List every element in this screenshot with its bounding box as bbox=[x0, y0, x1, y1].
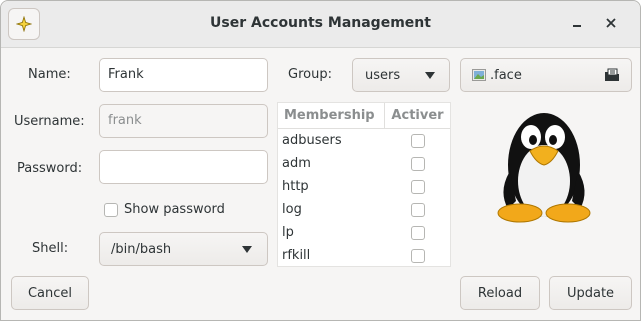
group-name: log bbox=[282, 202, 302, 217]
group-name: rfkill bbox=[282, 248, 311, 263]
list-item[interactable]: adm bbox=[278, 152, 450, 175]
group-value: users bbox=[365, 67, 401, 83]
minimize-icon bbox=[573, 25, 581, 27]
close-icon bbox=[606, 18, 616, 28]
titlebar: User Accounts Management bbox=[1, 1, 640, 48]
show-password-label: Show password bbox=[124, 202, 225, 217]
name-label: Name: bbox=[28, 67, 71, 82]
list-item[interactable]: adbusers bbox=[278, 129, 450, 152]
user-accounts-window: User Accounts Management Name: Frank Use… bbox=[0, 0, 641, 321]
list-item[interactable]: lp bbox=[278, 221, 450, 244]
list-item[interactable]: log bbox=[278, 198, 450, 221]
shell-value: /bin/bash bbox=[111, 241, 172, 257]
user-avatar-tux bbox=[497, 113, 591, 223]
group-name: http bbox=[282, 179, 309, 194]
group-active-checkbox[interactable] bbox=[410, 133, 425, 148]
group-active-checkbox[interactable] bbox=[410, 156, 425, 171]
list-item[interactable]: rfkill bbox=[278, 244, 450, 267]
show-password-toggle[interactable]: Show password bbox=[104, 202, 225, 217]
update-button[interactable]: Update bbox=[549, 276, 632, 310]
membership-list: Membership Activer adbusers adm http log… bbox=[277, 102, 451, 267]
group-active-checkbox[interactable] bbox=[410, 248, 425, 263]
show-password-checkbox[interactable] bbox=[104, 202, 118, 217]
chevron-down-icon bbox=[425, 72, 435, 79]
username-field[interactable]: frank bbox=[99, 104, 268, 138]
group-name: lp bbox=[282, 225, 294, 240]
list-item[interactable]: http bbox=[278, 175, 450, 198]
membership-list-header: Membership Activer bbox=[278, 103, 450, 129]
group-label: Group: bbox=[288, 67, 332, 82]
shell-label: Shell: bbox=[32, 241, 69, 256]
face-file-name: .face bbox=[490, 67, 522, 83]
reload-button[interactable]: Reload bbox=[460, 276, 540, 310]
group-active-checkbox[interactable] bbox=[410, 202, 425, 217]
password-label: Password: bbox=[17, 161, 83, 176]
image-file-icon bbox=[472, 69, 486, 81]
group-active-checkbox[interactable] bbox=[410, 225, 425, 240]
open-folder-icon bbox=[605, 68, 619, 81]
column-header-active[interactable]: Activer bbox=[385, 103, 450, 128]
minimize-button[interactable] bbox=[567, 13, 587, 33]
group-name: adbusers bbox=[282, 133, 342, 148]
column-header-membership[interactable]: Membership bbox=[278, 103, 385, 128]
username-label: Username: bbox=[14, 114, 85, 129]
group-name: adm bbox=[282, 156, 311, 171]
group-active-checkbox[interactable] bbox=[410, 179, 425, 194]
name-field[interactable]: Frank bbox=[99, 58, 268, 92]
close-button[interactable] bbox=[601, 13, 621, 33]
password-field[interactable] bbox=[99, 150, 268, 184]
window-title: User Accounts Management bbox=[210, 15, 431, 31]
group-dropdown[interactable]: users bbox=[352, 58, 450, 92]
shell-dropdown[interactable]: /bin/bash bbox=[99, 232, 268, 266]
face-file-chooser[interactable]: .face bbox=[460, 58, 632, 92]
chevron-down-icon bbox=[242, 246, 252, 253]
cancel-button[interactable]: Cancel bbox=[11, 276, 89, 310]
